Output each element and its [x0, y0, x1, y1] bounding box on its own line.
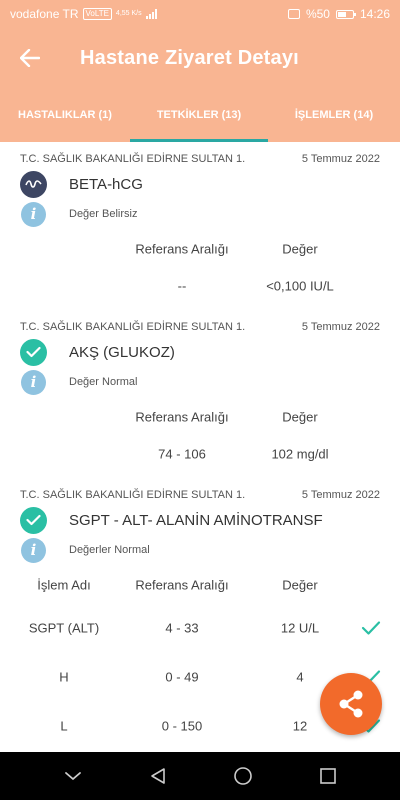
info-icon[interactable]: i — [21, 537, 46, 563]
test-name: AKŞ (GLUKOZ) — [69, 343, 175, 361]
wave-icon — [20, 170, 47, 198]
hide-keyboard-button[interactable] — [53, 756, 93, 796]
page-title: Hastane Ziyaret Detayı — [80, 46, 299, 69]
status-right: %50 14:26 — [287, 7, 390, 21]
net-speed: 4,55 K/s — [115, 10, 142, 17]
card-header: T.C. SAĞLIK BAKANLIĞI EDİRNE SULTAN 1. 5… — [20, 310, 380, 338]
ref-header: Referans Aralığı — [135, 577, 229, 592]
info-icon[interactable]: i — [21, 369, 46, 395]
test-date: 5 Temmuz 2022 — [301, 489, 380, 501]
circle-home-icon — [233, 767, 252, 785]
vibrate-icon — [287, 9, 300, 19]
back-nav-button[interactable] — [138, 756, 178, 796]
column-header-row: İşlem Adı Referans Aralığı Değer — [20, 566, 380, 603]
tab-islemler[interactable]: İŞLEMLER (14) — [268, 88, 400, 142]
ref-value: -- — [177, 278, 187, 293]
status-bar: vodafone TR VoLTE 4,55 K/s %50 14:26 — [0, 0, 400, 28]
name-header: İşlem Adı — [37, 577, 91, 592]
status-row: i Değerler Normal — [20, 534, 380, 566]
info-icon[interactable]: i — [21, 201, 46, 227]
value-header: Değer — [282, 241, 318, 256]
column-header-row: Referans Aralığı Değer — [20, 398, 380, 435]
result-row: 74 - 106 102 mg/dl — [20, 435, 380, 472]
tab-tetkikler[interactable]: TETKİKLER (13) — [130, 88, 268, 142]
check-icon — [361, 620, 381, 635]
card-header: T.C. SAĞLIK BAKANLIĞI EDİRNE SULTAN 1. 5… — [20, 478, 380, 506]
result-row: SGPT (ALT) 4 - 33 12 U/L — [20, 603, 381, 652]
status-left: vodafone TR VoLTE 4,55 K/s — [10, 7, 157, 21]
result-value: 12 U/L — [280, 620, 320, 635]
result-row: -- <0,100 IU/L — [20, 267, 380, 304]
ref-header: Referans Aralığı — [135, 409, 229, 424]
clock: 14:26 — [359, 7, 390, 21]
tab-hastaliklar[interactable]: HASTALIKLAR (1) — [0, 88, 130, 142]
param-name: L — [60, 718, 68, 733]
tab-bar: HASTALIKLAR (1) TETKİKLER (13) İŞLEMLER … — [0, 88, 400, 142]
home-nav-button[interactable] — [223, 756, 263, 796]
check-icon — [20, 338, 47, 366]
battery-icon — [335, 9, 356, 19]
volte-badge: VoLTE — [82, 8, 112, 20]
value-header: Değer — [282, 577, 318, 592]
param-name: H — [59, 669, 69, 684]
test-date: 5 Temmuz 2022 — [301, 321, 380, 333]
triangle-back-icon — [150, 768, 165, 784]
chevron-down-icon — [64, 772, 81, 781]
column-header-row: Referans Aralığı Değer — [20, 230, 380, 267]
status-text: Değerler Normal — [69, 544, 150, 556]
result-value: 102 mg/dl — [271, 446, 329, 461]
signal-icon — [145, 9, 157, 19]
app-bar: Hastane Ziyaret Detayı — [0, 28, 400, 88]
recents-nav-button[interactable] — [308, 756, 348, 796]
status-row: i Değer Belirsiz — [20, 198, 380, 230]
test-date: 5 Temmuz 2022 — [301, 153, 380, 165]
hospital-name: T.C. SAĞLIK BAKANLIĞI EDİRNE SULTAN 1. — [20, 153, 246, 165]
battery-percent: %50 — [305, 7, 330, 21]
ref-value: 74 - 106 — [158, 446, 206, 461]
ref-value: 4 - 33 — [165, 620, 199, 635]
status-text: Değer Belirsiz — [69, 208, 138, 220]
param-name: SGPT (ALT) — [28, 620, 100, 635]
card-header: T.C. SAĞLIK BAKANLIĞI EDİRNE SULTAN 1. 5… — [20, 142, 380, 170]
square-recents-icon — [319, 768, 336, 784]
result-value: 4 — [296, 669, 304, 684]
test-title-row: SGPT - ALT- ALANİN AMİNOTRANSF — [20, 506, 380, 534]
carrier-label: vodafone TR — [10, 7, 79, 21]
test-list[interactable]: T.C. SAĞLIK BAKANLIĞI EDİRNE SULTAN 1. 5… — [0, 142, 400, 752]
arrow-left-icon — [20, 49, 40, 67]
check-icon — [20, 506, 47, 534]
result-value: <0,100 IU/L — [266, 278, 334, 293]
ref-header: Referans Aralığı — [135, 241, 229, 256]
test-card[interactable]: T.C. SAĞLIK BAKANLIĞI EDİRNE SULTAN 1. 5… — [0, 142, 400, 310]
test-name: BETA-hCG — [69, 175, 143, 193]
status-text: Değer Normal — [69, 376, 138, 388]
hospital-name: T.C. SAĞLIK BAKANLIĞI EDİRNE SULTAN 1. — [20, 321, 246, 333]
test-name: SGPT - ALT- ALANİN AMİNOTRANSF — [69, 511, 323, 529]
ref-value: 0 - 49 — [165, 669, 199, 684]
back-button[interactable] — [0, 28, 60, 88]
share-icon — [339, 690, 363, 718]
value-header: Değer — [282, 409, 318, 424]
status-row: i Değer Normal — [20, 366, 380, 398]
hospital-name: T.C. SAĞLIK BAKANLIĞI EDİRNE SULTAN 1. — [20, 489, 246, 501]
test-title-row: BETA-hCG — [20, 170, 380, 198]
ref-value: 0 - 150 — [161, 718, 203, 733]
result-value: 12 — [292, 718, 308, 733]
test-card[interactable]: T.C. SAĞLIK BAKANLIĞI EDİRNE SULTAN 1. 5… — [0, 310, 400, 478]
share-button[interactable] — [320, 673, 382, 735]
system-nav-bar — [0, 752, 400, 800]
test-title-row: AKŞ (GLUKOZ) — [20, 338, 380, 366]
